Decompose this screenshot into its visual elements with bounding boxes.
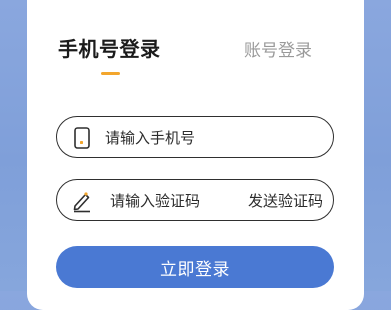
code-input-placeholder: 请输入验证码 <box>110 192 201 210</box>
tab-account-login[interactable]: 账号登录 <box>244 36 312 61</box>
phone-input-placeholder: 请输入手机号 <box>105 129 196 147</box>
pencil-icon <box>71 189 93 213</box>
login-button[interactable]: 立即登录 <box>56 246 334 288</box>
verification-code-field[interactable]: 请输入验证码 发送验证码 <box>56 179 334 221</box>
send-code-button[interactable]: 发送验证码 <box>248 190 323 211</box>
phone-icon <box>71 126 93 150</box>
phone-input-field[interactable]: 请输入手机号 <box>56 116 334 158</box>
tab-phone-login[interactable]: 手机号登录 <box>58 33 161 62</box>
active-tab-indicator <box>101 72 120 75</box>
